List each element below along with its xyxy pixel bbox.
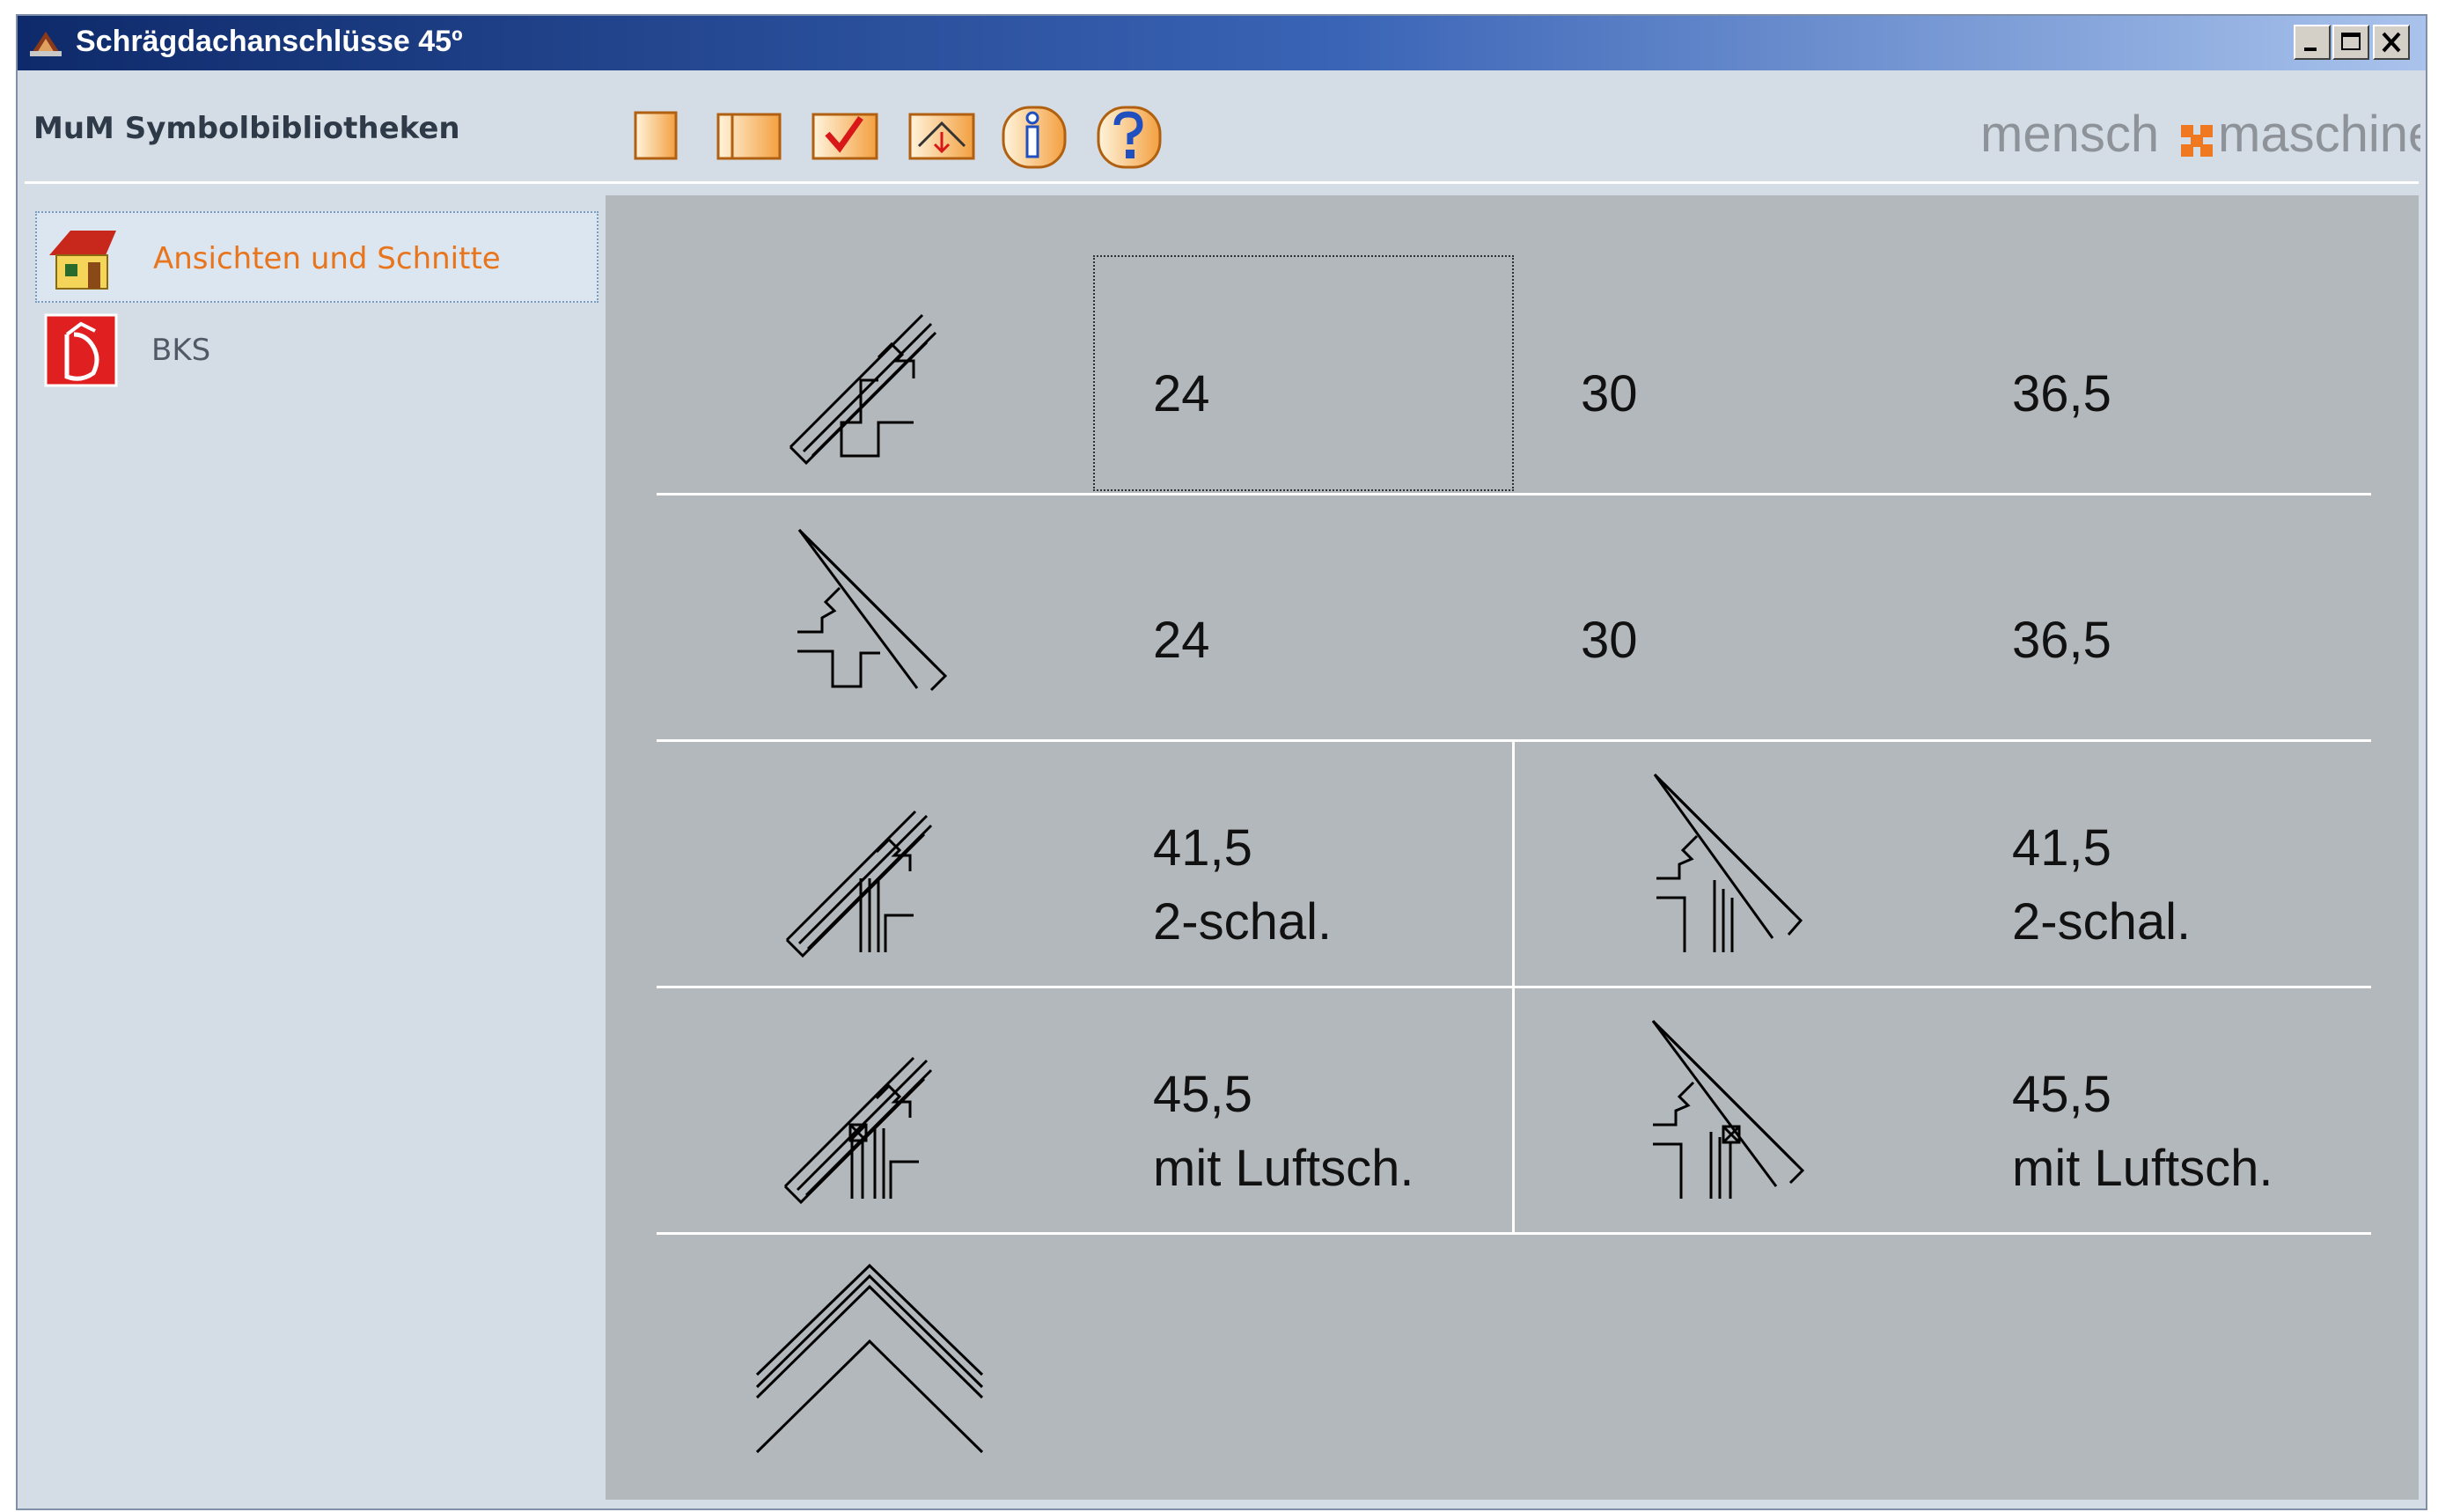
apply-button[interactable] — [808, 102, 882, 169]
minimize-icon — [2304, 48, 2317, 51]
variant-value[interactable]: 41,5 — [1153, 811, 1252, 885]
thickness-value[interactable]: 36,5 — [2012, 604, 2111, 678]
window-title: Schrägdachanschlüsse 45º — [76, 25, 463, 58]
page-icon — [634, 111, 678, 160]
title-bar[interactable]: Schrägdachanschlüsse 45º — [18, 16, 2426, 70]
sidebar-item-label: Ansichten und Schnitte — [153, 241, 501, 276]
checkmark-icon — [811, 113, 878, 160]
variant-value[interactable]: 45,5 — [1153, 1058, 1252, 1132]
variant-label[interactable]: mit Luftsch. — [2012, 1132, 2273, 1206]
help-button[interactable] — [1093, 102, 1164, 169]
sidebar-item-ansichten[interactable]: Ansichten und Schnitte — [35, 211, 598, 303]
variant-value[interactable]: 41,5 — [2012, 811, 2111, 885]
house-icon — [49, 231, 116, 290]
grid-divider — [1512, 739, 1515, 1235]
thickness-value[interactable]: 36,5 — [2012, 357, 2111, 431]
maximize-button[interactable] — [2332, 25, 2369, 60]
fire-extinguisher-icon — [44, 313, 118, 387]
roof-joint-air-gap-symbol[interactable] — [782, 1014, 958, 1207]
thickness-value[interactable]: 24 — [1153, 357, 1210, 431]
info-icon — [1002, 106, 1067, 169]
grid-divider — [657, 493, 2371, 495]
roof-joint-2-schal-right-symbol[interactable] — [1644, 767, 1820, 961]
open-library-button[interactable] — [713, 102, 783, 169]
roof-joint-left-symbol[interactable] — [782, 275, 958, 468]
app-icon — [30, 32, 62, 56]
roof-ridge-symbol[interactable] — [746, 1260, 993, 1463]
svg-text:mensch: mensch — [1980, 106, 2159, 163]
library-label: MuM Symbolbibliotheken — [33, 111, 460, 146]
variant-label[interactable]: 2-schal. — [1153, 885, 1332, 959]
thickness-value[interactable]: 24 — [1153, 604, 1210, 678]
insert-roof-button[interactable] — [905, 102, 979, 169]
info-button[interactable] — [998, 102, 1068, 169]
app-window: Schrägdachanschlüsse 45º MuM Symbolbibli… — [16, 14, 2436, 1510]
variant-label[interactable]: mit Luftsch. — [1153, 1132, 1414, 1206]
maximize-icon — [2341, 33, 2361, 50]
thickness-value[interactable]: 30 — [1581, 357, 1638, 431]
close-button[interactable] — [2373, 25, 2410, 60]
svg-text:maschine: maschine — [2218, 106, 2420, 163]
brand-logo: mensch maschine — [1980, 102, 2436, 172]
close-icon — [2382, 32, 2401, 53]
roof-joint-air-gap-right-symbol[interactable] — [1644, 1014, 1820, 1207]
sidebar-item-bks[interactable]: BKS — [35, 305, 598, 396]
sidebar: Ansichten und Schnitte BKS — [18, 192, 606, 1510]
new-page-button[interactable] — [628, 102, 681, 169]
roof-joint-right-symbol[interactable] — [782, 521, 958, 715]
variant-value[interactable]: 45,5 — [2012, 1058, 2111, 1132]
roof-insert-icon — [908, 113, 975, 160]
variant-label[interactable]: 2-schal. — [2012, 885, 2191, 959]
help-icon — [1097, 106, 1162, 169]
book-icon — [716, 113, 782, 160]
sidebar-item-label: BKS — [151, 333, 211, 368]
minimize-button[interactable] — [2294, 25, 2331, 60]
symbol-grid: 24 30 36,5 24 30 36,5 41,5 2-schal. 41,5… — [606, 195, 2419, 1500]
thickness-value[interactable]: 30 — [1581, 604, 1638, 678]
toolbar-separator — [25, 181, 2419, 184]
roof-joint-2-schal-symbol[interactable] — [782, 767, 958, 961]
